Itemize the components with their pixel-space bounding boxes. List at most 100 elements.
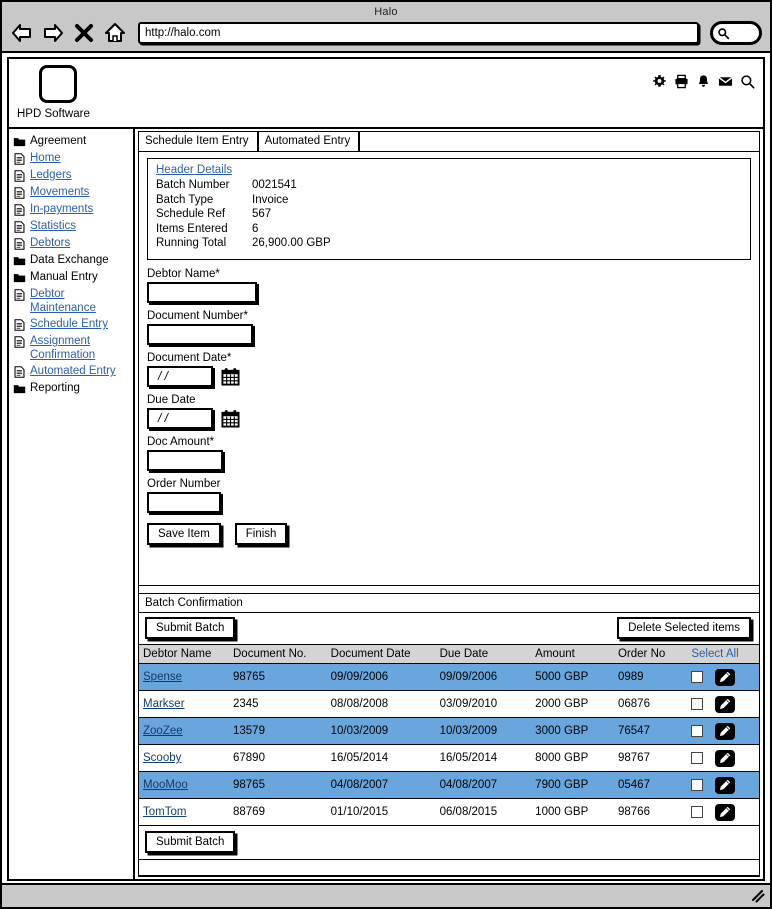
edit-pencil-icon[interactable]: [714, 722, 735, 740]
debtor-name-input[interactable]: [147, 281, 257, 303]
sidebar-item-debtor-maintenance[interactable]: Debtor Maintenance: [13, 286, 131, 316]
save-item-button[interactable]: Save Item: [147, 522, 221, 545]
cell-select: [687, 717, 759, 745]
row-checkbox[interactable]: [691, 671, 704, 683]
cell-debtor-name[interactable]: Scooby: [139, 744, 229, 772]
row-checkbox[interactable]: [691, 779, 704, 791]
row-checkbox[interactable]: [691, 698, 704, 710]
sidebar-item-statistics[interactable]: Statistics: [13, 218, 131, 235]
edit-pencil-icon[interactable]: [714, 803, 735, 821]
submit-batch-top-button[interactable]: Submit Batch: [145, 617, 236, 639]
table-row[interactable]: Markser 2345 08/08/2008 03/09/2010 2000 …: [139, 690, 759, 718]
gear-icon[interactable]: [652, 74, 667, 89]
sidebar-item-manual-entry[interactable]: Manual Entry: [13, 269, 131, 286]
column-header-due-date[interactable]: Due Date: [435, 645, 532, 664]
search-icon[interactable]: [740, 74, 755, 89]
column-header-debtor-name[interactable]: Debtor Name: [139, 645, 229, 664]
calendar-icon[interactable]: [221, 367, 240, 386]
debtor-link[interactable]: MooMoo: [143, 779, 188, 791]
due-date-input[interactable]: / /: [147, 407, 213, 429]
finish-button[interactable]: Finish: [234, 522, 288, 545]
edit-pencil-icon[interactable]: [714, 749, 735, 767]
sidebar-item-debtors[interactable]: Debtors: [13, 235, 131, 252]
cell-order-no: 98767: [613, 744, 688, 772]
edit-pencil-icon[interactable]: [714, 695, 735, 713]
sidebar-item-home[interactable]: Home: [13, 150, 131, 167]
sidebar-navigation: Agreement Home Ledgers Movements In-paym…: [9, 129, 135, 879]
cell-amount: 1000 GBP: [531, 798, 614, 826]
order-number-input[interactable]: [147, 491, 221, 513]
tab-automated-entry[interactable]: Automated Entry: [257, 131, 360, 151]
batch-action-bar: Submit Batch Delete Selected items: [139, 613, 759, 645]
submit-batch-bottom-button[interactable]: Submit Batch: [145, 831, 236, 853]
cell-debtor-name[interactable]: TomTom: [139, 798, 229, 826]
close-x-icon[interactable]: [72, 21, 96, 45]
cell-document-no: 88769: [229, 798, 327, 826]
sidebar-item-reporting[interactable]: Reporting: [13, 380, 131, 397]
calendar-icon[interactable]: [221, 409, 240, 428]
cell-debtor-name[interactable]: Markser: [139, 690, 229, 718]
header-details-title[interactable]: Header Details: [156, 164, 742, 176]
app-header: HPD Software: [9, 59, 763, 129]
cell-debtor-name[interactable]: ZooZee: [139, 717, 229, 745]
logo-placeholder: [39, 65, 77, 103]
edit-pencil-icon[interactable]: [714, 776, 735, 794]
row-checkbox[interactable]: [691, 725, 704, 737]
debtor-link[interactable]: ZooZee: [143, 725, 183, 737]
cell-amount: 3000 GBP: [531, 717, 614, 745]
column-header-amount[interactable]: Amount: [531, 645, 614, 664]
table-row[interactable]: Scooby 67890 16/05/2014 16/05/2014 8000 …: [139, 744, 759, 772]
column-header-document-date[interactable]: Document Date: [326, 645, 436, 664]
row-checkbox[interactable]: [691, 752, 704, 764]
printer-icon[interactable]: [674, 74, 689, 89]
table-row[interactable]: TomTom 88769 01/10/2015 06/08/2015 1000 …: [139, 798, 759, 826]
envelope-icon[interactable]: [718, 74, 733, 89]
cell-debtor-name[interactable]: MooMoo: [139, 771, 229, 799]
home-icon[interactable]: [103, 21, 127, 45]
table-row[interactable]: Spense 98765 09/09/2006 09/09/2006 5000 …: [139, 663, 759, 691]
debtor-link[interactable]: Spense: [143, 671, 182, 683]
document-number-input[interactable]: [147, 323, 253, 345]
sidebar-item-movements[interactable]: Movements: [13, 184, 131, 201]
cell-debtor-name[interactable]: Spense: [139, 663, 229, 691]
sidebar-item-ledgers[interactable]: Ledgers: [13, 167, 131, 184]
sidebar-item-data-exchange[interactable]: Data Exchange: [13, 252, 131, 269]
column-header-document-no[interactable]: Document No.: [229, 645, 327, 664]
tab-schedule-item-entry[interactable]: Schedule Item Entry: [138, 131, 258, 151]
url-input[interactable]: http://halo.com: [138, 22, 699, 44]
debtor-link[interactable]: Markser: [143, 698, 185, 710]
sidebar-item-label: Debtors: [30, 237, 71, 249]
edit-pencil-icon[interactable]: [714, 668, 735, 686]
field-group-order-number: Order Number: [147, 478, 751, 513]
cell-document-date: 16/05/2014: [326, 744, 436, 772]
sidebar-item-in-payments[interactable]: In-payments: [13, 201, 131, 218]
doc-amount-input[interactable]: [147, 449, 223, 471]
sidebar-item-schedule-entry[interactable]: Schedule Entry: [13, 316, 131, 333]
debtor-link[interactable]: Scooby: [143, 752, 181, 764]
field-group-debtor-name: Debtor Name*: [147, 268, 751, 303]
browser-search-box[interactable]: [710, 21, 762, 45]
debtor-link[interactable]: TomTom: [143, 806, 186, 818]
column-header-order-no[interactable]: Order No: [613, 645, 688, 664]
sidebar-item-automated-entry[interactable]: Automated Entry: [13, 363, 131, 380]
select-all-link[interactable]: Select All: [687, 645, 759, 664]
cell-amount: 7900 GBP: [531, 771, 614, 799]
sidebar-item-agreement[interactable]: Agreement: [13, 133, 131, 150]
bell-icon[interactable]: [696, 74, 711, 89]
sidebar-item-label: In-payments: [30, 203, 94, 215]
row-checkbox[interactable]: [691, 806, 704, 818]
forward-arrow-icon[interactable]: [41, 21, 65, 45]
table-row[interactable]: ZooZee 13579 10/03/2009 10/03/2009 3000 …: [139, 717, 759, 745]
document-date-input[interactable]: / /: [147, 365, 213, 387]
sidebar-item-assignment-confirmation[interactable]: Assignment Confirmation: [13, 333, 131, 363]
table-row[interactable]: MooMoo 98765 04/08/2007 04/08/2007 7900 …: [139, 771, 759, 799]
header-icon-bar: [652, 74, 755, 89]
header-detail-row: Items Entered 6: [156, 222, 742, 237]
resize-grip-icon[interactable]: [751, 889, 765, 903]
field-group-document-date: Document Date* / /: [147, 352, 751, 387]
delete-selected-items-button[interactable]: Delete Selected items: [617, 617, 751, 639]
back-arrow-icon[interactable]: [10, 21, 34, 45]
browser-toolbar: http://halo.com: [2, 21, 770, 45]
document-icon: [13, 220, 26, 234]
batch-tail-strip: [139, 860, 759, 876]
